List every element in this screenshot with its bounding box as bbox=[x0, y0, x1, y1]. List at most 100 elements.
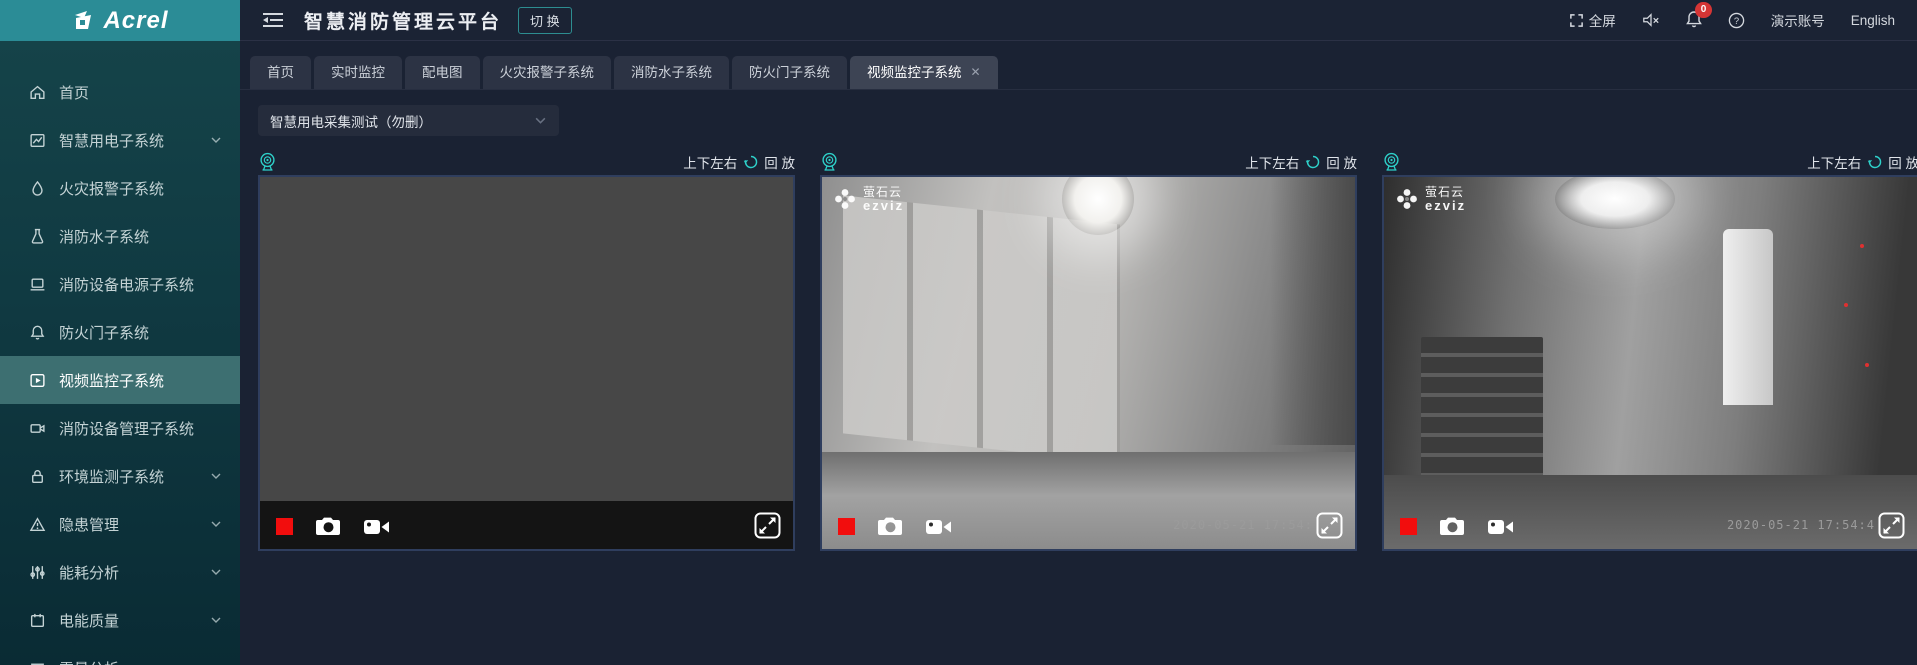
tab-home[interactable]: 首页 bbox=[250, 56, 311, 89]
stop-record-button[interactable] bbox=[1400, 518, 1417, 535]
language-switch[interactable]: English bbox=[1851, 13, 1895, 28]
collapse-menu-icon[interactable] bbox=[262, 11, 284, 29]
tab-label: 视频监控子系统 bbox=[867, 56, 962, 89]
flame-icon bbox=[29, 180, 46, 197]
sidebar-item-video-monitor[interactable]: 视频监控子系统 bbox=[0, 356, 240, 404]
video-still bbox=[822, 177, 1355, 549]
video-viewport[interactable]: 萤石云 ezviz bbox=[1382, 175, 1917, 551]
home-icon bbox=[29, 84, 46, 101]
tab-fire-door[interactable]: 防火门子系统 bbox=[732, 56, 847, 89]
switch-button[interactable]: 切 换 bbox=[518, 7, 572, 34]
stop-record-button[interactable] bbox=[276, 518, 293, 535]
video-timestamp: 2020-05-21 17:54: bbox=[1173, 518, 1313, 532]
playback-label[interactable]: 回 放 bbox=[1326, 152, 1357, 172]
tab-fire-water[interactable]: 消防水子系统 bbox=[614, 56, 729, 89]
sidebar-item-fire-equip-manage[interactable]: 消防设备管理子系统 bbox=[0, 404, 240, 452]
record-video-icon[interactable] bbox=[364, 518, 390, 536]
tab-label: 实时监控 bbox=[331, 56, 385, 89]
brand-logo: Acrel bbox=[0, 0, 240, 41]
camera-header: 上下左右 回 放 bbox=[258, 148, 795, 175]
sidebar-item-hazard-manage[interactable]: 隐患管理 bbox=[0, 500, 240, 548]
sidebar-nav: 首页 智慧用电子系统 火灾报警子系统 消防水子系统 bbox=[0, 41, 240, 665]
snapshot-camera-icon[interactable] bbox=[877, 516, 904, 537]
expand-fullscreen-icon[interactable] bbox=[1316, 512, 1343, 539]
fullscreen-toggle[interactable]: 全屏 bbox=[1569, 10, 1616, 30]
stop-record-button[interactable] bbox=[838, 518, 855, 535]
sidebar-item-power-quality[interactable]: 电能质量 bbox=[0, 596, 240, 644]
monitor-icon bbox=[29, 276, 46, 293]
watermark-en: ezviz bbox=[863, 199, 904, 213]
pan-control-label[interactable]: 上下左右 bbox=[683, 152, 737, 172]
svg-text:?: ? bbox=[1734, 15, 1739, 26]
flask-icon bbox=[29, 228, 46, 245]
sidebar-item-smart-power[interactable]: 智慧用电子系统 bbox=[0, 116, 240, 164]
replay-icon[interactable] bbox=[743, 154, 759, 170]
sidebar-item-label: 消防设备管理子系统 bbox=[59, 418, 194, 439]
mute-speaker-icon[interactable] bbox=[1642, 12, 1660, 28]
chart-icon bbox=[29, 132, 46, 149]
camera-panel-1: 上下左右 回 放 bbox=[258, 148, 795, 551]
webcam-icon bbox=[820, 152, 839, 172]
tab-label: 火灾报警子系统 bbox=[500, 56, 595, 89]
camera-header: 上下左右 回 放 bbox=[820, 148, 1357, 175]
chevron-down-icon bbox=[210, 614, 222, 626]
chevron-down-icon bbox=[210, 518, 222, 530]
scene-detail bbox=[1555, 175, 1675, 229]
header-bar: 智慧消防管理云平台 切 换 全屏 bbox=[240, 0, 1917, 41]
tab-label: 防火门子系统 bbox=[749, 56, 830, 89]
tab-realtime-monitor[interactable]: 实时监控 bbox=[314, 56, 402, 89]
expand-fullscreen-icon[interactable] bbox=[754, 512, 781, 539]
acrel-logo-icon bbox=[71, 9, 97, 33]
sidebar-item-label: 能耗分析 bbox=[59, 562, 119, 583]
sidebar-item-fire-alarm[interactable]: 火灾报警子系统 bbox=[0, 164, 240, 212]
sidebar-item-label: 消防设备电源子系统 bbox=[59, 274, 194, 295]
sidebar-item-fire-equip-power[interactable]: 消防设备电源子系统 bbox=[0, 260, 240, 308]
record-video-icon[interactable] bbox=[1488, 518, 1514, 536]
sidebar-item-home[interactable]: 首页 bbox=[0, 68, 240, 116]
filter-row: 智慧用电采集测试（勿删） bbox=[240, 105, 1917, 136]
video-control-bar: 2020-05-21 17:54:4 bbox=[1384, 501, 1917, 549]
page-title: 智慧消防管理云平台 bbox=[304, 7, 502, 34]
account-menu[interactable]: 演示账号 bbox=[1771, 10, 1825, 30]
snapshot-camera-icon[interactable] bbox=[315, 516, 342, 537]
video-viewport[interactable]: 萤石云 ezviz bbox=[820, 175, 1357, 551]
header-actions: 全屏 0 ? 演示账号 English bbox=[1569, 10, 1895, 31]
record-video-icon[interactable] bbox=[926, 518, 952, 536]
sliders-icon bbox=[29, 564, 46, 581]
tab-distribution-diagram[interactable]: 配电图 bbox=[405, 56, 480, 89]
sidebar-item-env-monitor[interactable]: 环境监测子系统 bbox=[0, 452, 240, 500]
tab-video-monitor[interactable]: 视频监控子系统 ✕ bbox=[850, 56, 998, 89]
notification-bell[interactable]: 0 bbox=[1686, 10, 1702, 31]
replay-icon[interactable] bbox=[1305, 154, 1321, 170]
replay-icon[interactable] bbox=[1867, 154, 1883, 170]
tab-label: 配电图 bbox=[422, 56, 463, 89]
chevron-down-icon bbox=[210, 566, 222, 578]
tab-fire-alarm[interactable]: 火灾报警子系统 bbox=[483, 56, 612, 89]
sidebar-item-energy-analysis[interactable]: 能耗分析 bbox=[0, 548, 240, 596]
tab-label: 消防水子系统 bbox=[631, 56, 712, 89]
expand-fullscreen-icon[interactable] bbox=[1878, 512, 1905, 539]
playback-label[interactable]: 回 放 bbox=[1888, 152, 1917, 172]
sidebar-item-label: 消防水子系统 bbox=[59, 226, 149, 247]
snapshot-camera-icon[interactable] bbox=[1439, 516, 1466, 537]
scene-detail bbox=[1865, 363, 1869, 367]
chevron-down-icon bbox=[534, 114, 547, 127]
calendar-icon bbox=[29, 612, 46, 629]
playback-label[interactable]: 回 放 bbox=[764, 152, 795, 172]
pan-control-label[interactable]: 上下左右 bbox=[1245, 152, 1299, 172]
sidebar-item-fire-water[interactable]: 消防水子系统 bbox=[0, 212, 240, 260]
video-viewport[interactable] bbox=[258, 175, 795, 551]
sidebar-item-label: 智慧用电子系统 bbox=[59, 130, 164, 151]
main-content: 首页 实时监控 配电图 火灾报警子系统 消防水子系统 防火门子系统 视频监控子系… bbox=[240, 41, 1917, 665]
sidebar-item-label: 首页 bbox=[59, 82, 89, 103]
sidebar-item-demand-analysis[interactable]: 需量分析 bbox=[0, 644, 240, 665]
pan-control-label[interactable]: 上下左右 bbox=[1807, 152, 1861, 172]
scene-detail bbox=[1844, 303, 1848, 307]
project-select[interactable]: 智慧用电采集测试（勿删） bbox=[258, 105, 559, 136]
sidebar-item-label: 隐患管理 bbox=[59, 514, 119, 535]
camera-header: 上下左右 回 放 bbox=[1382, 148, 1917, 175]
sidebar-item-fire-door[interactable]: 防火门子系统 bbox=[0, 308, 240, 356]
help-icon[interactable]: ? bbox=[1728, 12, 1745, 29]
close-icon[interactable]: ✕ bbox=[971, 56, 981, 89]
bars-icon bbox=[29, 660, 46, 665]
